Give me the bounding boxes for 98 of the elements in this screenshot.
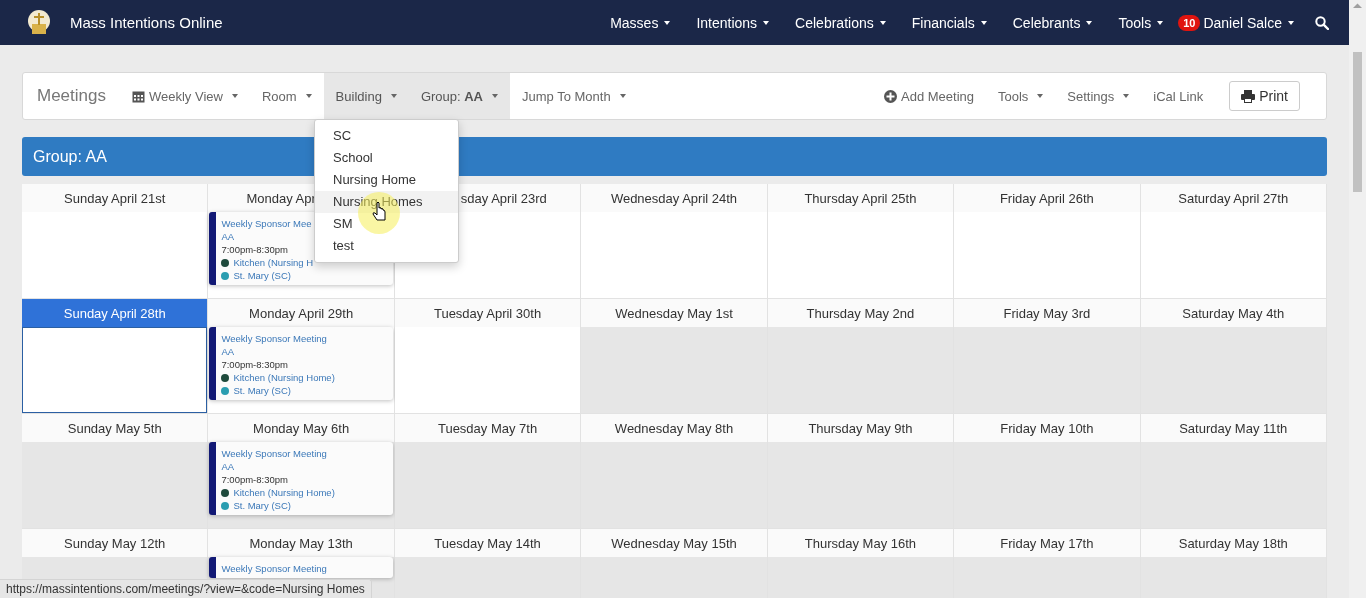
nav-menu[interactable]: Celebrations	[782, 14, 899, 31]
day-cell[interactable]: Sunday April 28th	[22, 299, 209, 413]
day-header[interactable]: Wednesday April 24th	[581, 184, 767, 212]
toolbar-menu[interactable]: Building	[323, 73, 409, 119]
day-cell[interactable]: Thursday May 9th	[767, 414, 955, 528]
app-title[interactable]: Mass Intentions Online	[70, 14, 223, 31]
nav-menu[interactable]: Financials	[898, 14, 1000, 31]
calendar-icon	[132, 89, 145, 103]
day-header[interactable]: Monday May 6th	[208, 414, 394, 442]
day-cell[interactable]: Wednesday May 8th	[581, 414, 768, 528]
room-name[interactable]: St. Mary (SC)	[233, 500, 291, 511]
event-title[interactable]: Weekly Sponsor Meeting	[221, 448, 327, 459]
day-cell[interactable]: Thursday May 2nd	[767, 299, 955, 413]
day-cell[interactable]: Tuesday April 30th	[394, 299, 582, 413]
toolbar-menu[interactable]: Settings	[1055, 73, 1142, 119]
room-name[interactable]: Kitchen (Nursing H	[233, 257, 314, 268]
day-header[interactable]: Friday May 17th	[954, 529, 1140, 557]
dropdown-item[interactable]: Nursing Homes	[315, 191, 458, 213]
event-card[interactable]: Weekly Sponsor Meeting	[209, 557, 393, 578]
day-header[interactable]: Tuesday April 30th	[394, 299, 581, 327]
event-time: 7:00pm-8:30pm	[221, 359, 288, 370]
day-header[interactable]: Saturday May 11th	[1140, 414, 1326, 442]
toolbar-menu[interactable]: Tools	[986, 73, 1056, 119]
plus-circle-icon	[884, 89, 897, 103]
day-header[interactable]: Friday May 3rd	[954, 299, 1140, 327]
event-title[interactable]: Weekly Sponsor Meeting	[221, 333, 327, 344]
day-header[interactable]: Sunday April 28th	[22, 299, 208, 327]
dropdown-item[interactable]: School	[315, 147, 458, 169]
day-header[interactable]: Saturday April 27th	[1140, 184, 1326, 212]
day-header[interactable]: Thursday May 2nd	[767, 299, 954, 327]
day-header[interactable]: Sunday May 12th	[22, 529, 208, 557]
event-group[interactable]: AA	[221, 461, 235, 472]
link-preview-tooltip: https://massintentions.com/meetings/?view=&code=Nursing Homes	[0, 579, 372, 598]
day-header[interactable]: Monday April 29th	[208, 299, 394, 327]
event-title[interactable]: Weekly Sponsor Mee	[221, 218, 312, 229]
day-cell[interactable]: Tuesday May 14th	[394, 529, 582, 598]
day-header[interactable]: Thursday May 16th	[767, 529, 954, 557]
day-header[interactable]: Sunday May 5th	[22, 414, 208, 442]
day-cell[interactable]: Tuesday May 7th	[394, 414, 582, 528]
toolbar-menu[interactable]: Group: AA	[408, 73, 510, 119]
scrollbar-thumb[interactable]	[1353, 52, 1362, 192]
room-name[interactable]: St. Mary (SC)	[233, 270, 291, 281]
search-icon[interactable]	[1315, 15, 1329, 30]
room-name[interactable]: Kitchen (Nursing Home)	[233, 372, 335, 383]
day-header[interactable]: Saturday May 4th	[1140, 299, 1326, 327]
scrollbar[interactable]	[1349, 0, 1366, 598]
nav-menu[interactable]: Celebrants	[999, 14, 1106, 31]
day-cell[interactable]: Monday May 6th Weekly Sponsor Meeting AA 7:00pm-8:30pm Kitchen (Nursing Home) St. Mary (SC)	[208, 414, 395, 528]
nav-menu[interactable]: Intentions	[683, 14, 783, 31]
day-header[interactable]: Wednesday May 8th	[581, 414, 767, 442]
day-cell[interactable]: Thursday May 16th	[767, 529, 955, 598]
day-header[interactable]: Thursday May 9th	[767, 414, 954, 442]
day-cell[interactable]: Thursday April 25th	[767, 184, 955, 298]
event-title[interactable]: Weekly Sponsor Meeting	[221, 563, 327, 574]
day-header[interactable]: Tuesday May 7th	[394, 414, 581, 442]
day-cell[interactable]: Friday April 26th	[954, 184, 1141, 298]
day-header[interactable]: Monday May 13th	[208, 529, 394, 557]
day-cell[interactable]: Wednesday April 24th	[581, 184, 768, 298]
event-card[interactable]: Weekly Sponsor Meeting AA 7:00pm-8:30pm Kitchen (Nursing Home) St. Mary (SC)	[209, 442, 393, 515]
toolbar-menu[interactable]: Weekly View	[120, 73, 250, 119]
nav-menu[interactable]: Masses	[597, 14, 684, 31]
day-cell[interactable]: Sunday April 21st	[22, 184, 209, 298]
day-cell[interactable]: Saturday April 27th	[1140, 184, 1327, 298]
toolbar-menu[interactable]: Jump To Month	[510, 73, 638, 119]
day-header[interactable]: Sunday April 21st	[22, 184, 208, 212]
day-header[interactable]: Tuesday May 14th	[394, 529, 581, 557]
event-time: 7:00pm-8:30pm	[221, 244, 288, 255]
event-group[interactable]: AA	[221, 231, 235, 242]
day-cell[interactable]: Saturday May 4th	[1140, 299, 1327, 413]
day-cell[interactable]: Wednesday May 1st	[581, 299, 768, 413]
day-cell[interactable]: Friday May 10th	[954, 414, 1141, 528]
day-cell[interactable]: Friday May 17th	[954, 529, 1141, 598]
dropdown-item[interactable]: SC	[315, 125, 458, 147]
day-header[interactable]: Thursday April 25th	[767, 184, 954, 212]
day-cell[interactable]: Friday May 3rd	[954, 299, 1141, 413]
page-title: Meetings	[36, 85, 107, 107]
notification-count[interactable]: 10	[1178, 14, 1201, 31]
day-cell[interactable]: Monday April 29th Weekly Sponsor Meeting AA 7:00pm-8:30pm Kitchen (Nursing Home) St. Mary (SC)	[208, 299, 395, 413]
toolbar-menu[interactable]: Room	[249, 73, 324, 119]
printer-icon	[1241, 89, 1256, 103]
event-time: 7:00pm-8:30pm	[221, 474, 288, 485]
event-card[interactable]: Weekly Sponsor Meeting AA 7:00pm-8:30pm Kitchen (Nursing Home) St. Mary (SC)	[209, 327, 393, 400]
toolbar-menu[interactable]: iCal Link	[1141, 73, 1216, 119]
day-cell[interactable]: Sunday May 5th	[22, 414, 209, 528]
day-header[interactable]: Wednesday May 1st	[581, 299, 767, 327]
nav-menu[interactable]: Tools	[1105, 14, 1177, 31]
day-cell[interactable]: Saturday May 18th	[1140, 529, 1327, 598]
room-name[interactable]: Kitchen (Nursing Home)	[233, 487, 335, 498]
day-cell[interactable]: Saturday May 11th	[1140, 414, 1327, 528]
toolbar-menu[interactable]: Add Meeting	[872, 73, 986, 119]
day-header[interactable]: Friday April 26th	[954, 184, 1140, 212]
room-name[interactable]: St. Mary (SC)	[233, 385, 291, 396]
day-cell[interactable]: Wednesday May 15th	[581, 529, 768, 598]
day-header[interactable]: Friday May 10th	[954, 414, 1140, 442]
print-button[interactable]: Print	[1229, 81, 1300, 111]
day-header[interactable]: Wednesday May 15th	[581, 529, 767, 557]
event-group[interactable]: AA	[221, 346, 235, 357]
day-header[interactable]: Saturday May 18th	[1140, 529, 1326, 557]
